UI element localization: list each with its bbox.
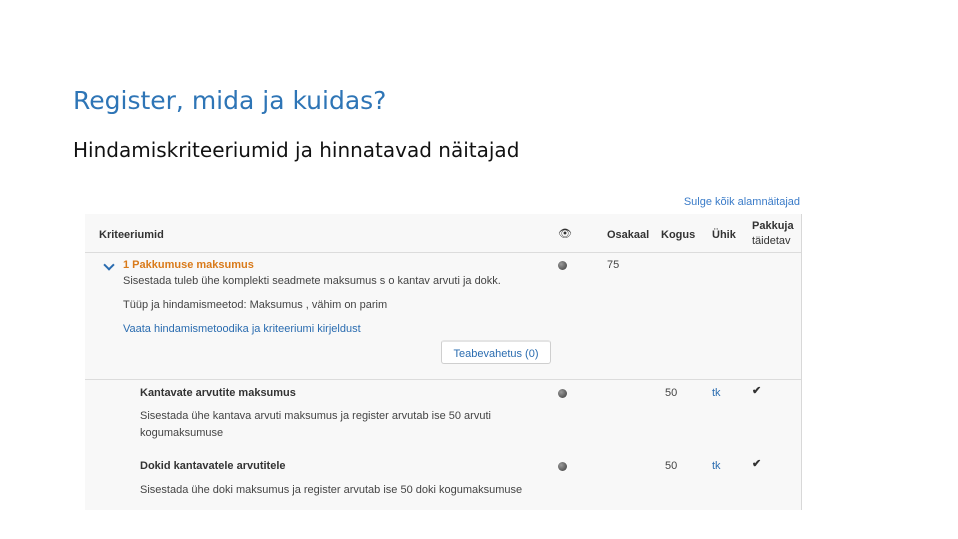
globe-icon <box>558 261 567 270</box>
row-divider <box>85 379 801 380</box>
subcriterion-unit: tk <box>712 387 721 399</box>
globe-icon <box>558 389 567 398</box>
top-strip: Sulge kõik alamnäitajad <box>85 196 802 216</box>
eye-icon: 👁 <box>558 228 572 240</box>
subcriterion-description: Sisestada ühe kantava arvuti maksumus ja… <box>140 410 491 422</box>
collapse-all-link[interactable]: Sulge kõik alamnäitajad <box>684 196 800 208</box>
header-weight: Osakaal <box>607 229 650 241</box>
criteria-table: Kriteeriumid 👁 Osakaal Kogus Ühik Pakkuj… <box>85 214 802 510</box>
header-unit: Ühik <box>712 229 736 241</box>
methodology-link[interactable]: Vaata hindamismetoodika ja kriteeriumi k… <box>123 322 361 336</box>
info-exchange-button[interactable]: Teabevahetus (0) <box>441 340 551 364</box>
criterion-description: Sisestada tuleb ühe komplekti seadmete m… <box>123 275 501 287</box>
globe-icon <box>558 462 567 471</box>
criterion-weight: 75 <box>607 259 620 271</box>
criterion-title[interactable]: 1 Pakkumuse maksumus <box>123 258 254 272</box>
header-criteria: Kriteeriumid <box>99 229 164 241</box>
subcriterion-title: Kantavate arvutite maksumus <box>140 387 296 399</box>
checkmark-icon: ✔ <box>752 458 762 470</box>
checkmark-icon: ✔ <box>752 385 762 397</box>
subcriterion-quantity: 50 <box>665 387 678 399</box>
slide-subtitle: Hindamiskriteeriumid ja hinnatavad näita… <box>73 138 520 162</box>
subcriterion-description: Sisestada ühe doki maksumus ja register … <box>140 484 523 496</box>
chevron-down-icon[interactable] <box>103 259 115 271</box>
subcriterion-title: Dokid kantavatele arvutitele <box>140 460 286 472</box>
header-quantity: Kogus <box>661 229 696 241</box>
criterion-method: Tüüp ja hindamismeetod: Maksumus , vähim… <box>123 299 388 311</box>
header-supplier-fills-1: Pakkuja <box>752 220 794 232</box>
subcriterion-quantity: 50 <box>665 460 678 472</box>
header-supplier-fills-2: täidetav <box>752 235 791 247</box>
subcriterion-description-2: kogumaksumuse <box>140 427 224 439</box>
slide-title: Register, mida ja kuidas? <box>73 86 387 115</box>
criteria-screenshot: Sulge kõik alamnäitajad Kriteeriumid 👁 O… <box>85 196 802 510</box>
subcriterion-unit: tk <box>712 460 721 472</box>
header-divider <box>85 252 801 253</box>
